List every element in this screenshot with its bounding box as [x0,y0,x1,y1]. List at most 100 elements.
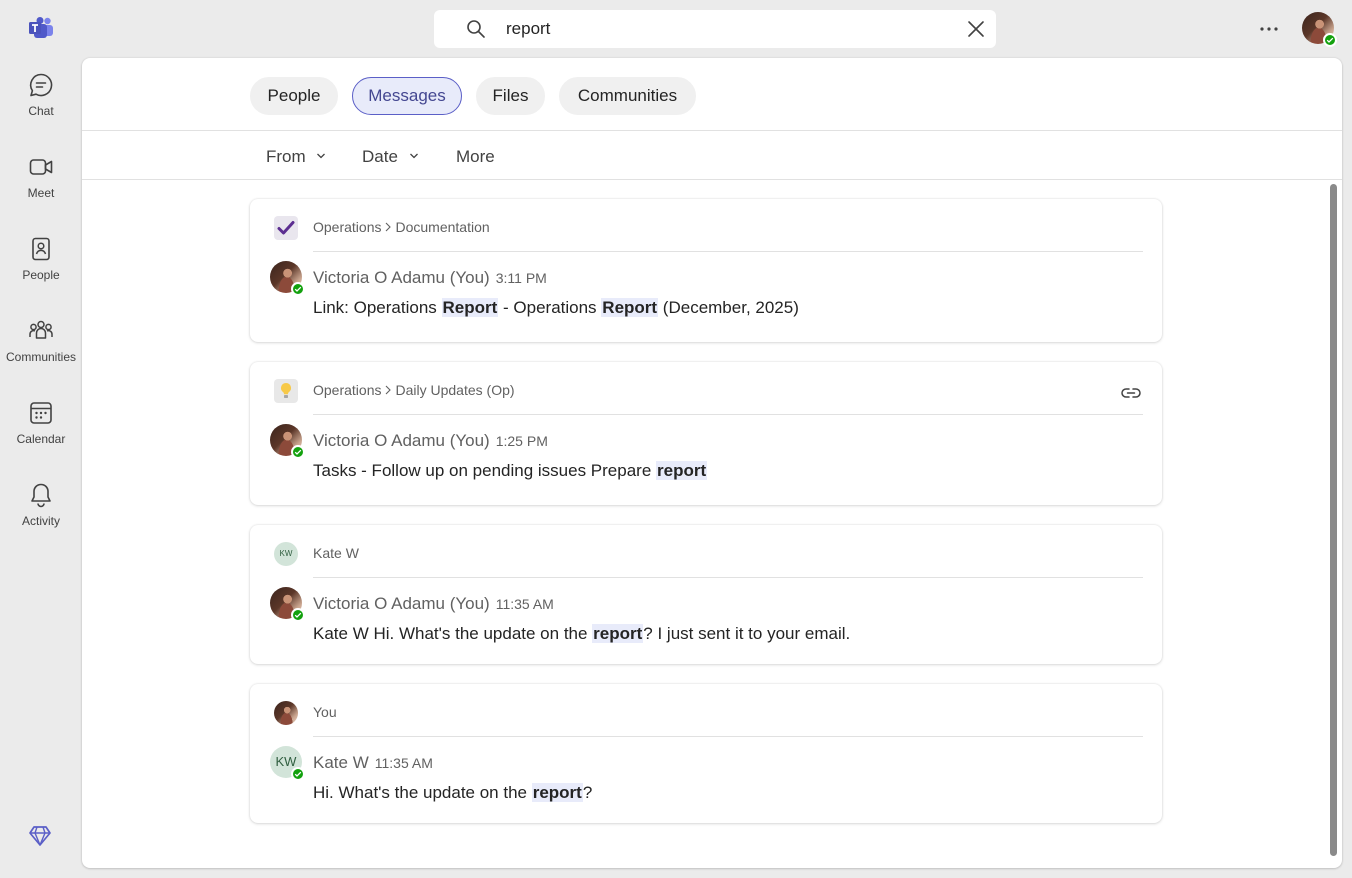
query-highlight: report [531,783,583,802]
result-card[interactable]: KW Kate W Victoria O Adamu (You) 11:35 AM… [250,525,1162,664]
search-icon [467,20,485,38]
result-card[interactable]: Operations Documentation Victoria O Adamu… [250,199,1162,342]
tab-people[interactable]: People [250,77,338,115]
search-input[interactable] [506,14,946,44]
more-options-icon[interactable] [1256,18,1282,40]
rail-item-meet[interactable]: Meet [0,154,82,218]
tab-communities[interactable]: Communities [559,77,696,115]
calendar-icon [30,402,52,424]
rail-item-label: Chat [28,104,54,118]
rail-item-calendar[interactable]: Calendar [0,400,82,464]
chevron-right-icon [386,222,392,232]
diamond-premium-icon[interactable] [28,824,52,848]
sender-avatar [270,587,305,622]
lightbulb-icon [274,379,298,403]
context-name: You [313,704,337,720]
result-context-path: Operations Daily Updates (Op) [313,382,515,398]
search-box[interactable] [434,10,996,48]
checkmark-app-icon [274,216,298,240]
profile-avatar[interactable] [1302,12,1337,47]
sender-line: Victoria O Adamu (You) 11:35 AM [313,594,554,614]
card-divider [313,414,1143,415]
message-body: Tasks - Follow up on pending issues Prep… [313,461,708,481]
presence-available-icon [291,767,305,781]
message-text: Link: Operations [313,298,442,317]
message-text: (December, 2025) [658,298,799,317]
query-highlight: Report [601,298,659,317]
sender-line: Kate W 11:35 AM [313,753,433,773]
sender-avatar: KW [270,746,305,781]
teams-logo-icon[interactable] [28,16,54,40]
sender-name: Victoria O Adamu (You) [313,268,490,287]
rail-item-label: Activity [21,514,60,528]
rail-item-label: Communities [5,350,77,364]
communities-icon [29,320,53,339]
tab-files[interactable]: Files [476,77,545,115]
rail-item-activity[interactable]: Activity [0,482,82,546]
card-divider [313,251,1143,252]
tabs-divider [82,130,1342,131]
result-card[interactable]: Operations Daily Updates (Op) Victoria O … [250,362,1162,505]
context-name: Kate W [313,545,359,561]
message-text: Kate W Hi. What's the update on the [313,624,593,643]
date-filter-label: Date [362,147,398,166]
query-highlight: report [592,624,644,643]
message-body: Kate W Hi. What's the update on the repo… [313,624,850,644]
result-card[interactable]: You KW Kate W 11:35 AM Hi. What's the upd… [250,684,1162,823]
rail-item-label: Meet [27,186,55,200]
card-divider [313,736,1143,737]
more-filters-label: More [456,147,495,166]
message-text: Hi. What's the update on the [313,783,532,802]
scrollbar-thumb[interactable] [1330,184,1337,856]
rail-item-label: People [22,268,60,282]
sender-avatar [270,424,305,459]
chat-icon [29,73,53,97]
filters-divider [82,179,1342,180]
close-icon[interactable] [966,19,986,39]
presence-available-icon [1323,33,1337,47]
query-highlight: Report [441,298,499,317]
app-rail: Chat Meet People Communities Calendar Ac… [0,0,82,878]
message-time: 11:35 AM [374,755,433,771]
message-text: ? I just sent it to your email. [643,624,851,643]
context-avatar [274,701,298,725]
date-filter[interactable]: Date [362,144,419,170]
sender-line: Victoria O Adamu (You) 1:25 PM [313,431,548,451]
context-team: Operations [313,219,382,235]
link-icon[interactable] [1120,382,1142,404]
message-text: ? [582,783,593,802]
message-time: 11:35 AM [495,596,554,612]
result-context: You [250,684,1162,736]
sender-name: Kate W [313,753,369,772]
tab-messages[interactable]: Messages [352,77,462,115]
video-camera-icon [29,159,53,175]
presence-available-icon [291,445,305,459]
message-time: 3:11 PM [495,270,547,286]
search-results-panel: People Messages Files Communities From D… [82,58,1342,868]
sender-initials: KW [275,754,297,769]
sender-avatar [270,261,305,296]
context-channel: Daily Updates (Op) [395,382,515,398]
card-divider [313,577,1143,578]
result-context-path: Operations Documentation [313,219,490,235]
rail-item-chat[interactable]: Chat [0,72,82,136]
message-time: 1:25 PM [495,433,548,449]
chevron-right-icon [386,385,392,395]
result-context: Operations Daily Updates (Op) [250,362,1162,414]
message-body: Link: Operations Report - Operations Rep… [313,298,799,318]
presence-available-icon [291,608,305,622]
context-team: Operations [313,382,382,398]
context-channel: Documentation [395,219,490,235]
from-filter[interactable]: From [266,144,326,170]
more-filters-button[interactable]: More [456,144,495,170]
rail-item-people[interactable]: People [0,236,82,300]
from-filter-label: From [266,147,306,166]
sender-name: Victoria O Adamu (You) [313,594,490,613]
context-avatar: KW [274,542,298,566]
rail-item-label: Calendar [16,432,66,446]
query-highlight: report [656,461,708,480]
message-body: Hi. What's the update on the report? [313,783,592,803]
result-context: KW Kate W [250,525,1162,577]
chevron-down-icon [409,153,418,159]
rail-item-communities[interactable]: Communities [0,318,82,382]
